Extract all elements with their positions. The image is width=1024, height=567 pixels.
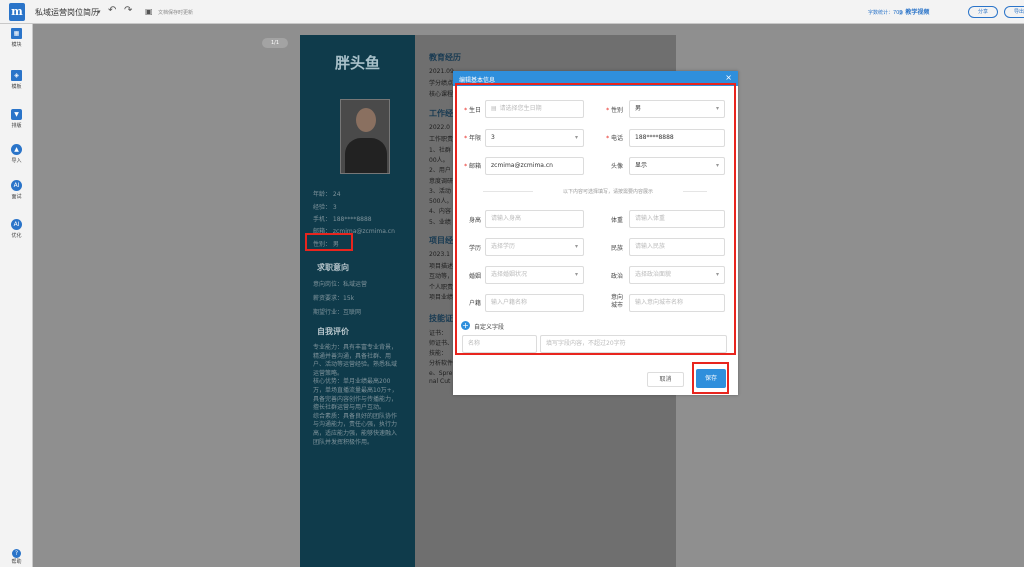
text-line[interactable]: 项目业绩	[429, 292, 453, 301]
resume-left-column: 胖头鱼 年龄： 24 经验： 3 手机： 188****8888 邮箱： zcm…	[300, 35, 415, 567]
sidebar-item-label: 模块	[11, 42, 22, 48]
text-line[interactable]: 意度调研	[429, 176, 453, 185]
ai-icon: AI	[11, 180, 22, 191]
text-line[interactable]: 2022.0	[429, 124, 450, 131]
gender-highlight-box	[305, 233, 353, 251]
undo-icon[interactable]: ↶	[108, 5, 116, 16]
avatar-head	[356, 108, 376, 132]
sidebar-item-label: 导入	[11, 158, 22, 164]
sidebar-item-layout[interactable]: ▼ 排版	[0, 109, 33, 129]
text-line[interactable]: 项目描述	[429, 261, 453, 270]
cloud-upload-icon: ▲	[11, 144, 22, 155]
text-line[interactable]: 2、用户	[429, 165, 451, 174]
sidebar-item-optimize[interactable]: AI 优化	[0, 219, 33, 239]
save-highlight-box	[692, 362, 729, 394]
layers-icon: ◈	[11, 70, 22, 81]
sidebar-item-modules[interactable]: ▦ 模块	[0, 28, 33, 48]
intent-salary[interactable]: 薪资要求：15k	[313, 293, 354, 302]
top-toolbar: m 私域运营岗位简历 ▾ ↶ ↷ ▣ 文档保存时更新 字数统计：709 ◎ 教学…	[0, 0, 1024, 24]
text-line[interactable]: 分析软件	[429, 358, 453, 367]
edu-line[interactable]: 2021.09	[429, 68, 454, 75]
sidebar-item-templates[interactable]: ◈ 模板	[0, 70, 33, 90]
text-line[interactable]: 00人。	[429, 155, 449, 164]
intent-section-title[interactable]: 求职意向	[317, 262, 349, 273]
form-highlight-box	[455, 83, 736, 355]
sidebar-item-label: 面试	[11, 194, 22, 200]
text-line[interactable]: 500人。	[429, 196, 452, 205]
text-line[interactable]: 5、业绩	[429, 217, 451, 226]
download-button[interactable]: 导出	[1004, 6, 1024, 18]
shirt-icon: ▼	[11, 109, 22, 120]
help-label: 帮助	[11, 559, 22, 565]
title-dropdown-icon[interactable]: ▾	[97, 8, 101, 16]
sidebar-item-label: 模板	[11, 84, 22, 90]
redo-icon[interactable]: ↷	[124, 5, 132, 16]
text-line[interactable]: e、Spre	[429, 368, 452, 377]
text-line[interactable]: nal Cut	[429, 378, 450, 385]
page-indicator: 1/1	[262, 38, 288, 48]
text-line[interactable]: 证书：	[429, 328, 447, 337]
save-icon[interactable]: ▣	[145, 7, 153, 16]
text-line[interactable]: 团队并发挥积极作用。	[313, 437, 373, 446]
skill-section-title[interactable]: 技能证	[429, 313, 453, 324]
help-icon: ?	[12, 549, 21, 558]
edu-section-title[interactable]: 教育经历	[429, 52, 461, 63]
text-line[interactable]: 技能：	[429, 348, 447, 357]
sidebar-item-interview[interactable]: AI 面试	[0, 180, 33, 200]
sidebar-item-import[interactable]: ▲ 导入	[0, 144, 33, 164]
text-line[interactable]: 1、社群	[429, 145, 451, 154]
text-line[interactable]: 互动等，	[429, 271, 453, 280]
resume-exp[interactable]: 经验： 3	[313, 202, 337, 211]
close-icon[interactable]: ×	[725, 73, 732, 82]
resume-phone[interactable]: 手机： 188****8888	[313, 214, 372, 223]
text-line[interactable]: 3、活动	[429, 186, 451, 195]
left-sidebar: ▦ 模块 ◈ 模板 ▼ 排版 ▲ 导入 AI 面试 AI 优化	[0, 24, 33, 567]
document-title[interactable]: 私域运营岗位简历	[35, 7, 99, 18]
avatar-body	[345, 138, 387, 173]
intent-industry[interactable]: 期望行业：互联网	[313, 307, 361, 316]
app-logo[interactable]: m	[9, 3, 25, 21]
project-section-title[interactable]: 项目经	[429, 235, 453, 246]
text-line[interactable]: 工作职责	[429, 134, 453, 143]
help-button[interactable]: ? 帮助	[0, 549, 33, 565]
sidebar-item-label: 优化	[11, 233, 22, 239]
eval-section-title[interactable]: 自我评价	[317, 326, 349, 337]
edu-line[interactable]: 学分绩点	[429, 78, 453, 87]
ai-icon: AI	[11, 219, 22, 230]
tutorial-video-link[interactable]: ◎ 教学视频	[898, 7, 929, 16]
text-line[interactable]: 个人职责	[429, 282, 453, 291]
grid-icon: ▦	[11, 28, 22, 39]
cancel-button[interactable]: 取消	[647, 372, 684, 387]
save-hint: 文档保存时更新	[158, 10, 194, 16]
sidebar-item-label: 排版	[11, 123, 22, 129]
share-button[interactable]: 分享	[968, 6, 998, 18]
work-section-title[interactable]: 工作经	[429, 108, 453, 119]
text-line[interactable]: 师证书、	[429, 338, 453, 347]
text-line[interactable]: 4、内容	[429, 206, 451, 215]
intent-position[interactable]: 意向岗位：私域运营	[313, 279, 367, 288]
resume-age[interactable]: 年龄： 24	[313, 189, 341, 198]
edu-line[interactable]: 核心课程	[429, 89, 453, 98]
resume-name[interactable]: 胖头鱼	[300, 52, 415, 73]
avatar[interactable]	[340, 99, 390, 174]
text-line[interactable]: 2023.1	[429, 251, 450, 258]
